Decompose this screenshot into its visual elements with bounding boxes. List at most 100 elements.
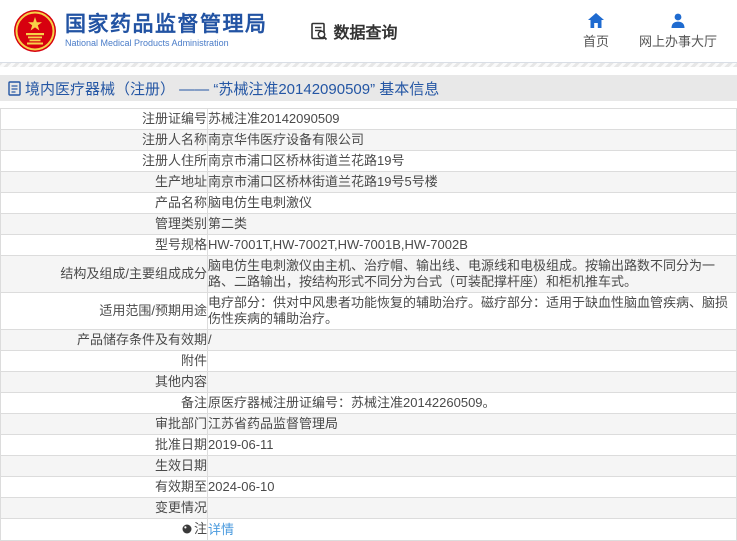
details-link[interactable]: 详情 — [208, 522, 234, 537]
row-value-text: 南京市浦口区桥林街道兰花路19号5号楼 — [208, 174, 438, 189]
row-label: 生效日期 — [0, 455, 208, 477]
table-row: 有效期至 2024-06-10 — [0, 476, 737, 498]
row-label: 结构及组成/主要组成成分 — [0, 255, 208, 293]
top-nav: 首页 网上办事大厅 — [582, 12, 717, 50]
agency-title-block: 国家药品监督管理局 National Medical Products Admi… — [65, 13, 268, 49]
row-value — [207, 455, 737, 477]
row-value-text: 原医疗器械注册证编号：苏械注准20142260509。 — [208, 395, 496, 410]
row-label: 产品储存条件及有效期 — [0, 329, 208, 351]
row-label: 产品名称 — [0, 192, 208, 214]
row-label: 注册人住所 — [0, 150, 208, 172]
table-row: 备注 原医疗器械注册证编号：苏械注准20142260509。 — [0, 392, 737, 414]
row-value: 南京华伟医疗设备有限公司 — [207, 129, 737, 151]
row-label: 注册证编号 — [0, 108, 208, 130]
registration-info-table-wrap: 注册证编号 苏械注准20142090509 注册人名称 南京华伟医疗设备有限公司 注册人… — [0, 108, 737, 541]
row-label-text: 产品名称 — [154, 195, 207, 210]
row-value-text: 2019-06-11 — [208, 437, 274, 452]
row-label: 备注 — [0, 392, 208, 414]
row-label: 附件 — [0, 350, 208, 372]
header-divider — [0, 62, 737, 67]
table-row: 变更情况 — [0, 497, 737, 519]
row-label: 有效期至 — [0, 476, 208, 498]
row-label-text: 注 — [193, 521, 207, 536]
row-label-text: 其他内容 — [154, 374, 207, 389]
row-label-text: 注册人名称 — [141, 132, 207, 147]
table-row: 产品名称 脑电仿生电刺激仪 — [0, 192, 737, 214]
table-row: 其他内容 — [0, 371, 737, 393]
row-label-text: 注册证编号 — [141, 111, 207, 126]
row-value-text: 江苏省药品监督管理局 — [208, 416, 339, 431]
table-row: 注册证编号 苏械注准20142090509 — [0, 108, 737, 130]
row-label-text: 管理类别 — [154, 216, 207, 231]
row-value: HW-7001T,HW-7002T,HW-7001B,HW-7002B — [207, 234, 737, 256]
row-value-text: 苏械注准20142090509 — [208, 111, 340, 126]
row-value-text: HW-7001T,HW-7002T,HW-7001B,HW-7002B — [208, 237, 468, 252]
row-label-text: 变更情况 — [154, 500, 207, 515]
row-label: 其他内容 — [0, 371, 208, 393]
row-value-text: 脑电仿生电刺激仪 — [208, 195, 313, 210]
row-label: 审批部门 — [0, 413, 208, 435]
table-row: 结构及组成/主要组成成分 脑电仿生电刺激仪由主机、治疗帽、输出线、电源线和电极组成… — [0, 255, 737, 293]
row-value-text: 电疗部分：供对中风患者功能恢复的辅助治疗。磁疗部分：适用于缺血性脑血管疾病、脑损… — [208, 295, 729, 326]
row-label-text: 产品储存条件及有效期 — [76, 332, 207, 347]
row-value: 详情 — [207, 518, 737, 541]
row-value-text: 脑电仿生电刺激仪由主机、治疗帽、输出线、电源线和电极组成。按输出路数不同分为一路… — [208, 258, 716, 289]
row-label-text: 型号规格 — [154, 237, 207, 252]
data-query-button[interactable]: 数据查询 — [310, 19, 398, 43]
nav-home-label: 首页 — [582, 33, 609, 49]
row-label-text: 适用范围/预期用途 — [99, 303, 207, 318]
table-row: 注详情 — [0, 518, 737, 541]
table-row: 型号规格 HW-7001T,HW-7002T,HW-7001B,HW-7002B — [0, 234, 737, 256]
user-icon — [671, 13, 685, 28]
row-value: 南京市浦口区桥林街道兰花路19号 — [207, 150, 737, 172]
table-row: 附件 — [0, 350, 737, 372]
table-row: 注册人名称 南京华伟医疗设备有限公司 — [0, 129, 737, 151]
site-header: 国家药品监督管理局 National Medical Products Admi… — [0, 0, 737, 62]
table-row: 批准日期 2019-06-11 — [0, 434, 737, 456]
row-value-text: 南京华伟医疗设备有限公司 — [208, 132, 365, 147]
document-icon — [8, 80, 21, 96]
row-value: 第二类 — [207, 213, 737, 235]
data-query-label: 数据查询 — [333, 25, 398, 42]
row-value-text: 第二类 — [208, 216, 248, 231]
data-query-icon — [310, 22, 327, 40]
table-row: 产品储存条件及有效期 / — [0, 329, 737, 351]
row-value: 南京市浦口区桥林街道兰花路19号5号楼 — [207, 171, 737, 193]
row-label-text: 有效期至 — [154, 479, 207, 494]
table-row: 管理类别 第二类 — [0, 213, 737, 235]
nav-service-hall-label: 网上办事大厅 — [638, 33, 717, 49]
page-title: 境内医疗器械（注册） —— “苏械注准20142090509” 基本信息 — [25, 80, 440, 98]
row-label-text: 附件 — [180, 353, 207, 368]
row-label: 变更情况 — [0, 497, 208, 519]
nav-home[interactable]: 首页 — [582, 12, 609, 50]
row-label: 批准日期 — [0, 434, 208, 456]
table-row: 生产地址 南京市浦口区桥林街道兰花路19号5号楼 — [0, 171, 737, 193]
row-label-text: 生产地址 — [154, 174, 207, 189]
registration-info-table: 注册证编号 苏械注准20142090509 注册人名称 南京华伟医疗设备有限公司 注册人… — [0, 108, 737, 541]
bulb-icon — [182, 522, 192, 538]
table-row: 生效日期 — [0, 455, 737, 477]
table-row: 注册人住所 南京市浦口区桥林街道兰花路19号 — [0, 150, 737, 172]
row-label-text: 备注 — [180, 395, 207, 410]
row-value-text: 南京市浦口区桥林街道兰花路19号 — [208, 153, 405, 168]
row-label: 适用范围/预期用途 — [0, 292, 208, 330]
row-label-text: 审批部门 — [154, 416, 207, 431]
row-label-text: 批准日期 — [154, 437, 207, 452]
home-icon — [587, 12, 604, 28]
row-label: 型号规格 — [0, 234, 208, 256]
row-value: 2024-06-10 — [207, 476, 737, 498]
row-value: 2019-06-11 — [207, 434, 737, 456]
row-value — [207, 350, 737, 372]
page-title-bar: 境内医疗器械（注册） —— “苏械注准20142090509” 基本信息 — [0, 75, 737, 101]
nmpa-emblem-icon — [14, 10, 56, 52]
row-value — [207, 497, 737, 519]
table-row: 适用范围/预期用途 电疗部分：供对中风患者功能恢复的辅助治疗。磁疗部分：适用于缺血… — [0, 292, 737, 330]
row-value: 江苏省药品监督管理局 — [207, 413, 737, 435]
row-label-text: 注册人住所 — [141, 153, 207, 168]
row-value — [207, 371, 737, 393]
row-value: / — [207, 329, 737, 351]
row-value-text: / — [208, 332, 212, 347]
nav-service-hall[interactable]: 网上办事大厅 — [639, 13, 717, 50]
row-label: 注 — [0, 518, 208, 541]
row-value: 脑电仿生电刺激仪 — [207, 192, 737, 214]
